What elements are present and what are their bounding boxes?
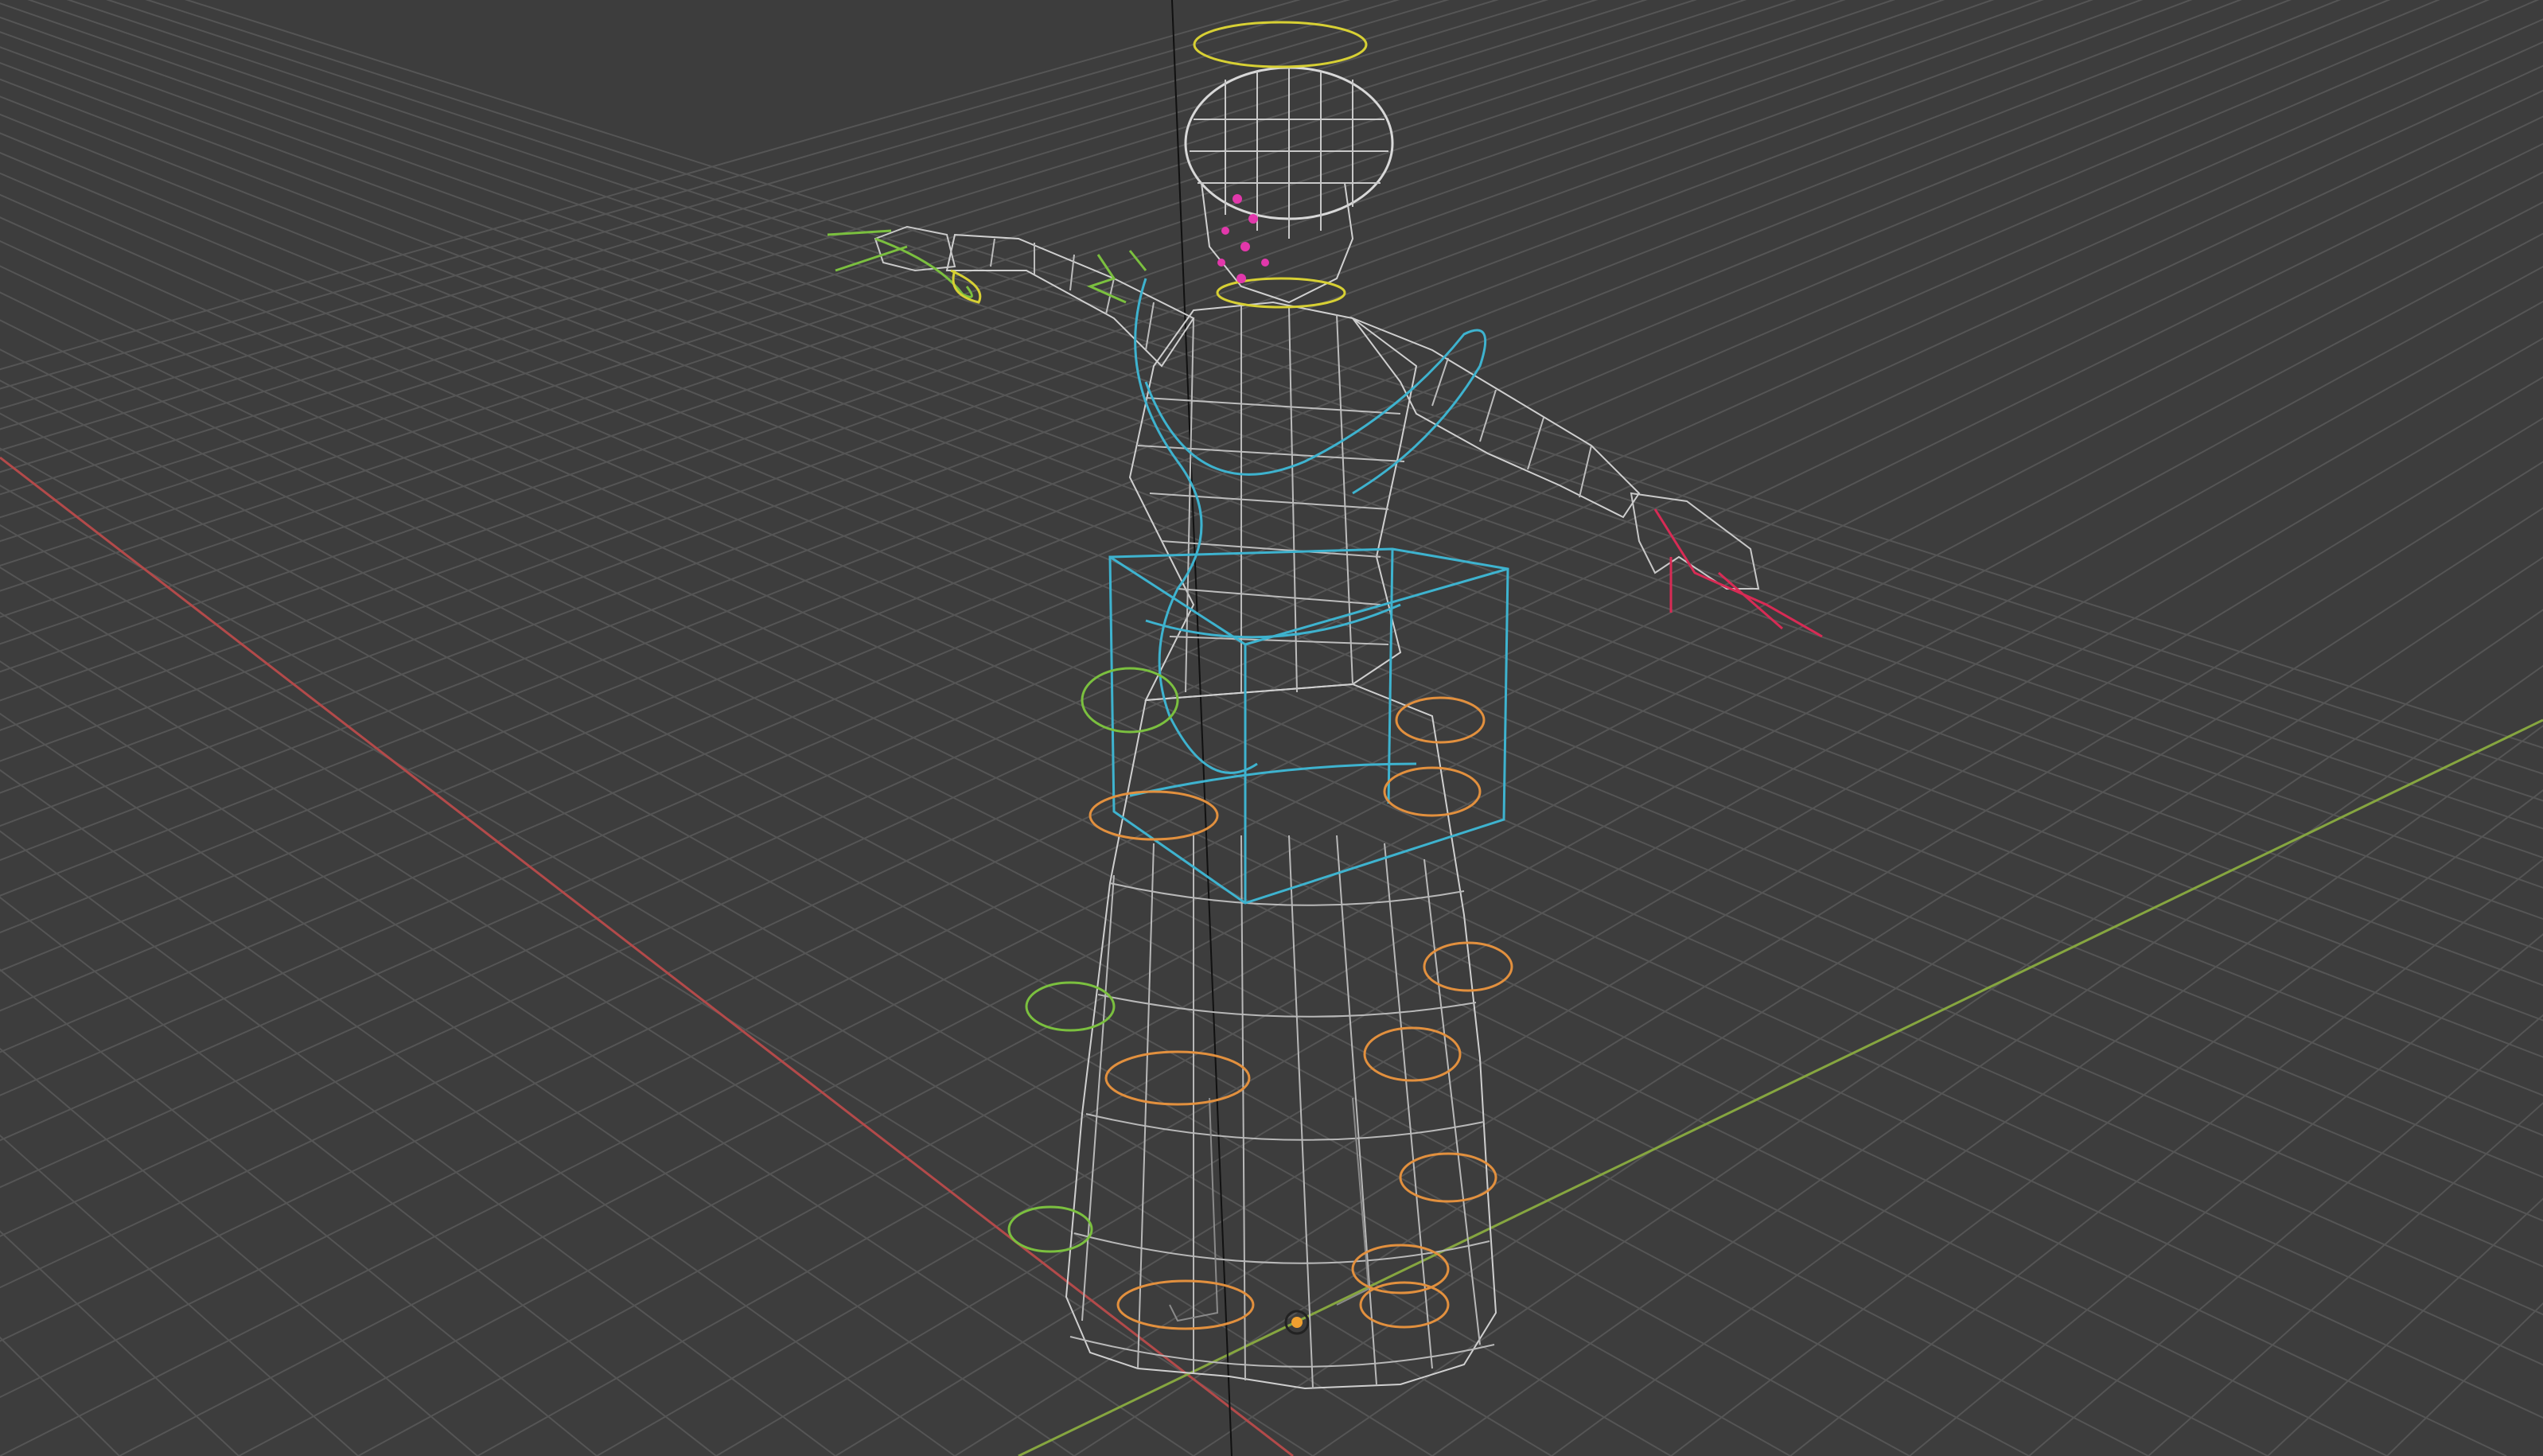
viewport-canvas[interactable]	[0, 0, 2543, 1456]
face-control-4[interactable]	[1240, 242, 1250, 251]
face-control-3[interactable]	[1221, 227, 1229, 235]
face-control-5[interactable]	[1261, 259, 1269, 267]
face-control-1[interactable]	[1233, 194, 1242, 204]
face-control-2[interactable]	[1248, 214, 1258, 224]
face-control-7[interactable]	[1236, 274, 1246, 283]
face-control-6[interactable]	[1217, 259, 1225, 267]
3d-viewport[interactable]	[0, 0, 2543, 1456]
